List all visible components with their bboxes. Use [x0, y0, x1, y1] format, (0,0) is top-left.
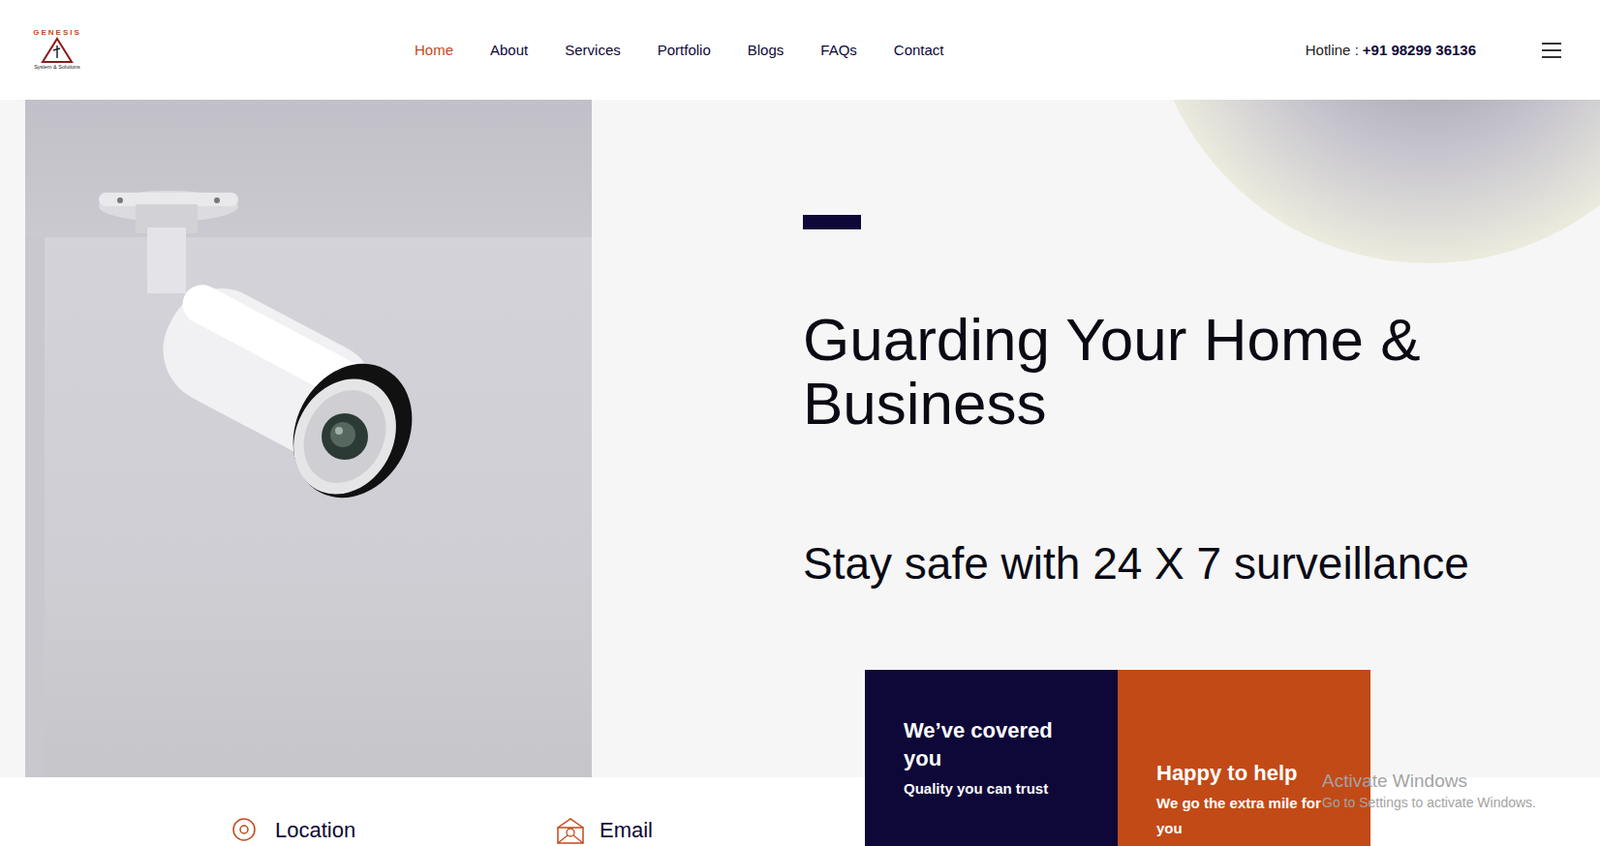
- hamburger-menu-icon[interactable]: [1541, 42, 1562, 59]
- hero-section: Guarding Your Home & Business Stay safe w…: [0, 99, 1600, 778]
- hotline-number[interactable]: +91 98299 36136: [1362, 41, 1477, 59]
- hero-image: [25, 99, 592, 778]
- feature-card: We’ve covered you Quality you can trust: [864, 670, 1118, 846]
- feature-card: Happy to help We go the extra mile for yo…: [1117, 670, 1371, 846]
- hotline-label: Hotline :: [1305, 41, 1359, 59]
- card-title: We’ve covered you: [903, 716, 1089, 773]
- logo[interactable]: GENESIS System & Solutions: [27, 29, 88, 71]
- hero-content: Guarding Your Home & Business Stay safe w…: [591, 99, 1600, 778]
- nav-link[interactable]: Contact: [893, 41, 945, 59]
- email-icon: [554, 816, 586, 846]
- contact-item[interactable]: Email: [554, 816, 880, 846]
- glow-circle: [1147, 99, 1600, 264]
- nav-link[interactable]: Portfolio: [657, 41, 711, 59]
- logo-triangle-icon: [40, 36, 74, 64]
- main-nav: Home About Services Portfolio Blogs FAQs Conta…: [414, 41, 945, 59]
- nav-link[interactable]: Services: [564, 41, 621, 59]
- hotline: Hotline :+91 98299 36136: [1305, 41, 1477, 59]
- nav-link[interactable]: About: [490, 41, 528, 59]
- logo-name: GENESIS: [32, 29, 82, 37]
- contact-label: Location: [275, 818, 356, 844]
- nav-link[interactable]: Blogs: [747, 41, 785, 59]
- card-title: Happy to help: [1156, 759, 1342, 788]
- hero-title: Guarding Your Home & Business: [802, 307, 1481, 436]
- hero-subtitle: Stay safe with 24 X 7 surveillance: [802, 537, 1470, 590]
- contact-label: Email: [599, 818, 653, 844]
- logo-tagline: System & Solutions: [33, 64, 81, 71]
- card-text: Quality you can trust: [903, 776, 1089, 802]
- contact-item[interactable]: Location: [230, 816, 555, 846]
- accent-bar: [802, 215, 862, 230]
- nav-link[interactable]: Home: [414, 41, 454, 59]
- wall: [25, 237, 592, 778]
- nav-link[interactable]: FAQs: [820, 41, 858, 59]
- location-icon: [230, 816, 262, 846]
- header: GENESIS System & Solutions Home About Servic…: [0, 0, 1600, 100]
- security-camera-icon: [91, 167, 440, 517]
- feature-cards: We’ve covered you Quality you can trust Ha…: [864, 670, 1371, 846]
- card-text: We go the extra mile for you: [1156, 791, 1342, 842]
